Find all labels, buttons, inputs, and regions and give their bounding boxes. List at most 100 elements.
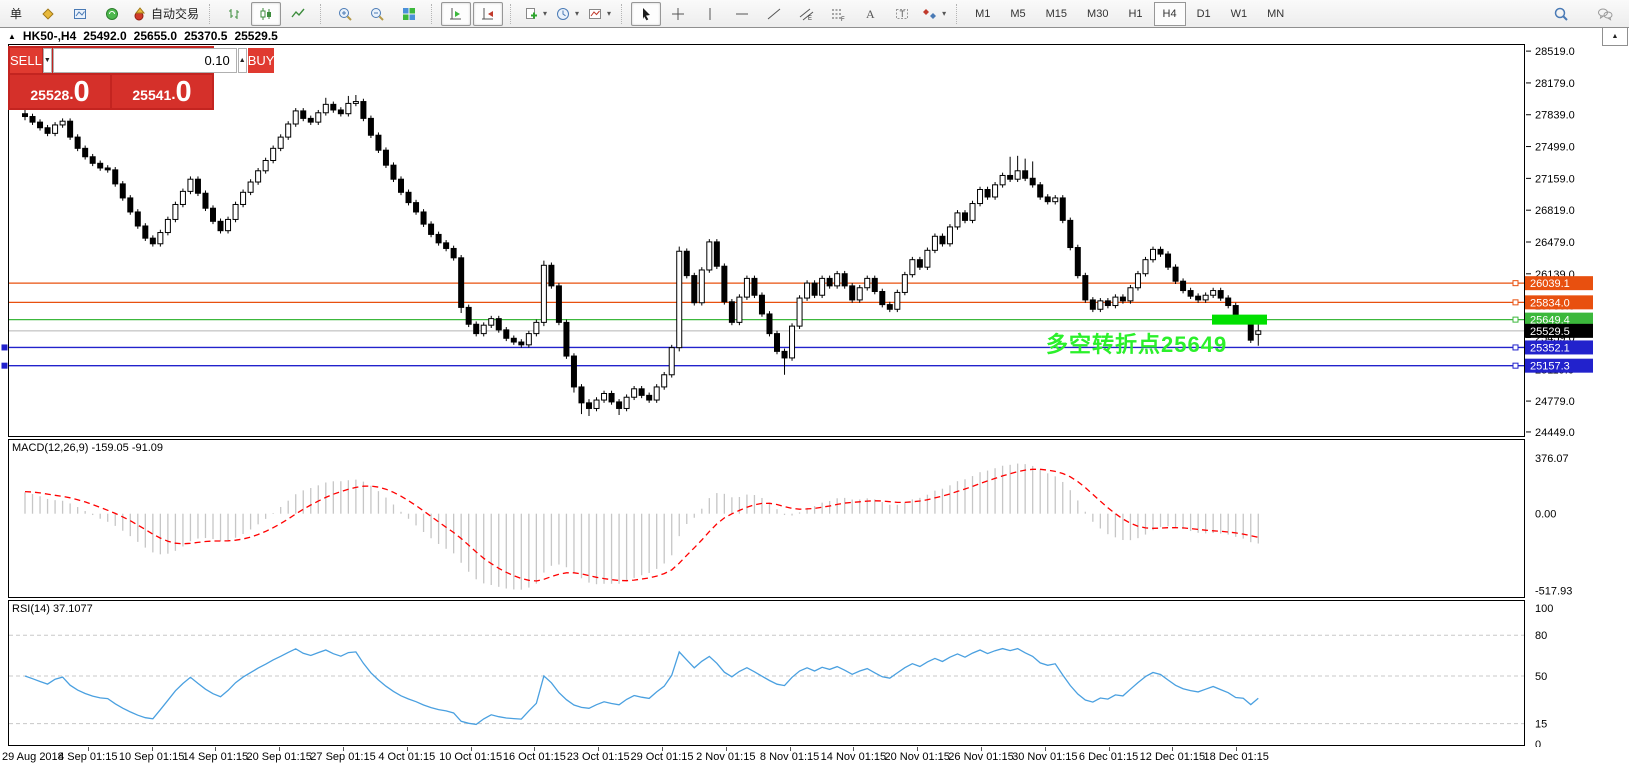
time-axis-tick (790, 747, 791, 751)
timeframe-m30-button[interactable]: M30 (1078, 2, 1117, 26)
candlestick-chart-button[interactable] (251, 2, 281, 26)
svg-text:100: 100 (1535, 603, 1553, 615)
crosshair-tool-button[interactable] (663, 2, 693, 26)
svg-text:25834.0: 25834.0 (1530, 297, 1570, 309)
auto-scroll-icon (480, 6, 496, 22)
zoom-out-button[interactable] (362, 2, 392, 26)
volume-input[interactable] (53, 48, 237, 73)
navigator-button[interactable] (97, 2, 127, 26)
indicators-button[interactable]: ▾ (584, 2, 614, 26)
toolbar-separator (209, 4, 214, 24)
timeframe-d1-button[interactable]: D1 (1188, 2, 1220, 26)
scroll-up-button[interactable]: ▲ (1602, 27, 1628, 46)
crosshair-icon (670, 6, 686, 22)
svg-text:27499.0: 27499.0 (1535, 142, 1575, 154)
pivot-annotation-text[interactable]: 多空转折点25649 (1046, 327, 1227, 359)
sell-button[interactable]: SELL (10, 48, 42, 73)
svg-text:26479.0: 26479.0 (1535, 237, 1575, 249)
volume-decrease-button[interactable]: ▼ (43, 48, 52, 73)
line-chart-button[interactable] (283, 2, 313, 26)
time-axis-label: 6 Dec 01:15 (1079, 751, 1138, 763)
collapse-arrow-icon[interactable]: ▲ (8, 32, 16, 41)
svg-text:25352.1: 25352.1 (1530, 342, 1570, 354)
one-click-trading-panel: SELL ▼ ▲ BUY 25528.0 25541.0 (8, 46, 214, 110)
svg-text:26039.1: 26039.1 (1530, 278, 1570, 290)
channel-icon: E (798, 6, 814, 22)
auto-scroll-button[interactable] (473, 2, 503, 26)
chevron-down-icon: ▾ (543, 9, 547, 18)
chart-shift-button[interactable] (441, 2, 471, 26)
bar-chart-button[interactable] (219, 2, 249, 26)
profiles-button[interactable]: ▾ (552, 2, 582, 26)
buy-price-display[interactable]: 25541.0 (112, 75, 212, 108)
trendline-tool-button[interactable] (759, 2, 789, 26)
toolbar-separator (621, 4, 626, 24)
sell-price-display[interactable]: 25528.0 (10, 75, 110, 108)
chart-doc-icon (72, 6, 88, 22)
zoom-in-button[interactable] (330, 2, 360, 26)
autotrade-icon (132, 6, 148, 22)
fibonacci-tool-button[interactable]: F (823, 2, 853, 26)
time-axis-tick (343, 747, 344, 751)
search-icon (1553, 6, 1569, 22)
time-axis-label: 10 Oct 01:15 (439, 751, 502, 763)
arrows-tool-button[interactable]: ▾ (919, 2, 949, 26)
time-axis-tick (1045, 747, 1046, 751)
chart-canvas[interactable]: 28519.028179.027839.027499.027159.026819… (0, 0, 1629, 768)
trendline-icon (766, 6, 782, 22)
market-watch-button[interactable] (33, 2, 63, 26)
time-axis-label: 14 Sep 01:15 (183, 751, 248, 763)
timeframe-m15-button[interactable]: M15 (1037, 2, 1076, 26)
svg-text:24449.0: 24449.0 (1535, 427, 1575, 439)
svg-text:26819.0: 26819.0 (1535, 205, 1575, 217)
timeframe-mn-button[interactable]: MN (1258, 2, 1293, 26)
time-axis-label: 29 Oct 01:15 (631, 751, 694, 763)
time-axis-label: 20 Sep 01:15 (246, 751, 311, 763)
timeframe-m5-button[interactable]: M5 (1001, 2, 1034, 26)
tile-windows-button[interactable] (394, 2, 424, 26)
svg-text:24779.0: 24779.0 (1535, 396, 1575, 408)
timeframe-h1-button[interactable]: H1 (1119, 2, 1151, 26)
zoom-out-icon (369, 6, 385, 22)
new-order-button[interactable]: 单 (1, 2, 31, 26)
svg-text:28179.0: 28179.0 (1535, 78, 1575, 90)
time-axis[interactable]: 29 Aug 20184 Sep 01:1510 Sep 01:1514 Sep… (0, 747, 1629, 768)
cursor-tool-button[interactable] (631, 2, 661, 26)
time-axis-tick (598, 747, 599, 751)
profiles-icon (555, 6, 571, 22)
svg-text:376.07: 376.07 (1535, 453, 1569, 465)
cursor-icon (638, 6, 654, 22)
time-axis-tick (88, 747, 89, 751)
text-tool-button[interactable]: A (855, 2, 885, 26)
search-button[interactable] (1546, 2, 1576, 26)
text-label-tool-button[interactable]: T (887, 2, 917, 26)
svg-text:A: A (866, 7, 875, 21)
equidistant-channel-tool-button[interactable]: E (791, 2, 821, 26)
sell-price-main: 25528 (30, 83, 69, 107)
timeframe-w1-button[interactable]: W1 (1222, 2, 1257, 26)
timeframe-m1-button[interactable]: M1 (966, 2, 999, 26)
zoom-in-icon (337, 6, 353, 22)
time-axis-label: 27 Sep 01:15 (310, 751, 375, 763)
bars-icon (226, 6, 242, 22)
data-window-button[interactable] (65, 2, 95, 26)
chat-button[interactable] (1590, 2, 1620, 26)
svg-text:F: F (841, 17, 845, 22)
time-axis-tick (407, 747, 408, 751)
time-axis-tick (981, 747, 982, 751)
timeframe-h4-button[interactable]: H4 (1154, 2, 1186, 26)
time-axis-label: 10 Sep 01:15 (119, 751, 184, 763)
new-chart-button[interactable]: ▾ (520, 2, 550, 26)
vertical-line-tool-button[interactable] (695, 2, 725, 26)
text-icon: A (862, 6, 878, 22)
diamond-icon (40, 6, 56, 22)
chat-icon (1597, 6, 1613, 22)
autotrading-button[interactable]: 自动交易 (129, 2, 202, 26)
svg-text:80: 80 (1535, 630, 1547, 642)
time-axis-label: 18 Dec 01:15 (1203, 751, 1268, 763)
svg-text:28519.0: 28519.0 (1535, 46, 1575, 58)
volume-increase-button[interactable]: ▲ (238, 48, 247, 73)
buy-button[interactable]: BUY (248, 48, 275, 73)
chevron-down-icon: ▾ (942, 9, 946, 18)
horizontal-line-tool-button[interactable] (727, 2, 757, 26)
